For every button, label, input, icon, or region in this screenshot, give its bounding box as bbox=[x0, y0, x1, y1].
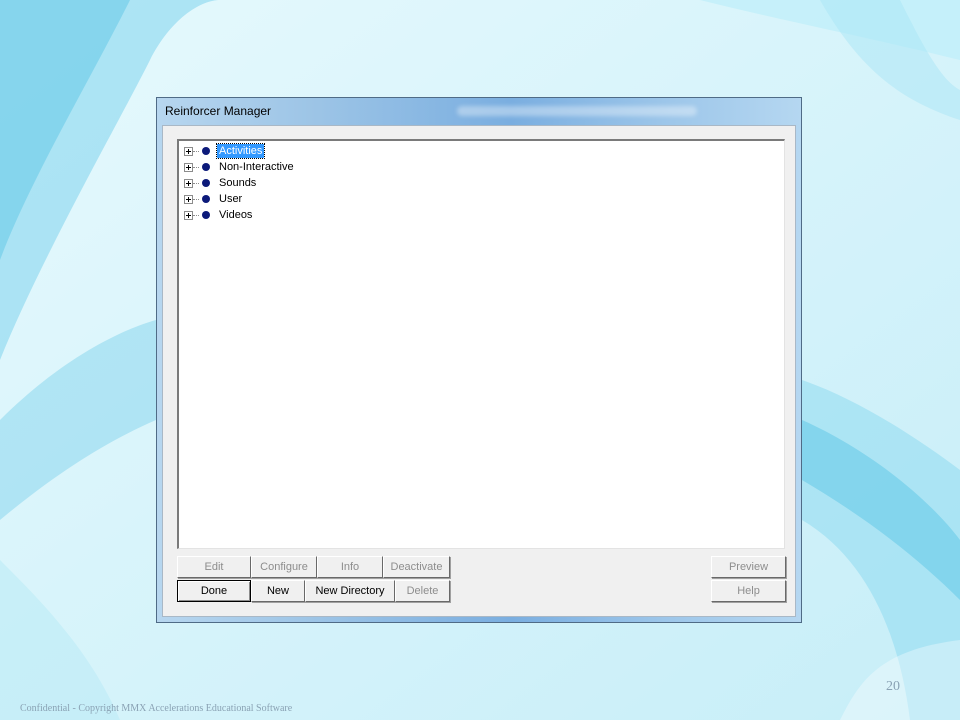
deactivate-button[interactable]: Deactivate bbox=[383, 556, 450, 578]
bullet-icon bbox=[202, 195, 210, 203]
expand-icon[interactable] bbox=[184, 195, 193, 204]
expand-icon[interactable] bbox=[184, 179, 193, 188]
help-button[interactable]: Help bbox=[711, 580, 786, 602]
expand-icon[interactable] bbox=[184, 211, 193, 220]
delete-button[interactable]: Delete bbox=[395, 580, 450, 602]
tree-connector bbox=[193, 199, 199, 200]
new-directory-button[interactable]: New Directory bbox=[305, 580, 395, 602]
expand-icon[interactable] bbox=[184, 163, 193, 172]
info-button[interactable]: Info bbox=[317, 556, 383, 578]
tree-item-non-interactive[interactable]: Non-Interactive bbox=[181, 160, 481, 176]
preview-button[interactable]: Preview bbox=[711, 556, 786, 578]
window-client-area: Activities Non-Interactive Sounds User V… bbox=[162, 125, 796, 617]
tree-item-label[interactable]: Activities bbox=[215, 143, 266, 159]
tree-item-label[interactable]: Videos bbox=[217, 208, 254, 222]
tree-connector bbox=[193, 215, 199, 216]
reinforcer-manager-window: Reinforcer Manager Activities Non-Intera… bbox=[156, 97, 802, 623]
new-button[interactable]: New bbox=[251, 580, 305, 602]
reinforcer-tree[interactable]: Activities Non-Interactive Sounds User V… bbox=[177, 139, 785, 549]
done-button[interactable]: Done bbox=[177, 580, 251, 602]
title-bar-blur bbox=[457, 106, 697, 116]
window-title: Reinforcer Manager bbox=[165, 104, 272, 118]
tree-connector bbox=[193, 167, 199, 168]
bullet-icon bbox=[202, 147, 210, 155]
configure-button[interactable]: Configure bbox=[251, 556, 317, 578]
expand-icon[interactable] bbox=[184, 147, 193, 156]
tree-item-activities[interactable]: Activities bbox=[181, 143, 481, 160]
edit-button[interactable]: Edit bbox=[177, 556, 251, 578]
tree-item-label[interactable]: User bbox=[217, 192, 244, 206]
tree-item-user[interactable]: User bbox=[181, 192, 481, 208]
bullet-icon bbox=[202, 179, 210, 187]
tree-item-label[interactable]: Sounds bbox=[217, 176, 258, 190]
slide-footer-copyright: Confidential - Copyright MMX Acceleratio… bbox=[20, 703, 293, 714]
slide-page-number: 20 bbox=[886, 679, 900, 694]
bullet-icon bbox=[202, 163, 210, 171]
tree-item-videos[interactable]: Videos bbox=[181, 208, 481, 224]
tree-connector bbox=[193, 151, 199, 152]
bullet-icon bbox=[202, 211, 210, 219]
tree-item-label[interactable]: Non-Interactive bbox=[217, 160, 296, 174]
tree-connector bbox=[193, 183, 199, 184]
tree-item-sounds[interactable]: Sounds bbox=[181, 176, 481, 192]
